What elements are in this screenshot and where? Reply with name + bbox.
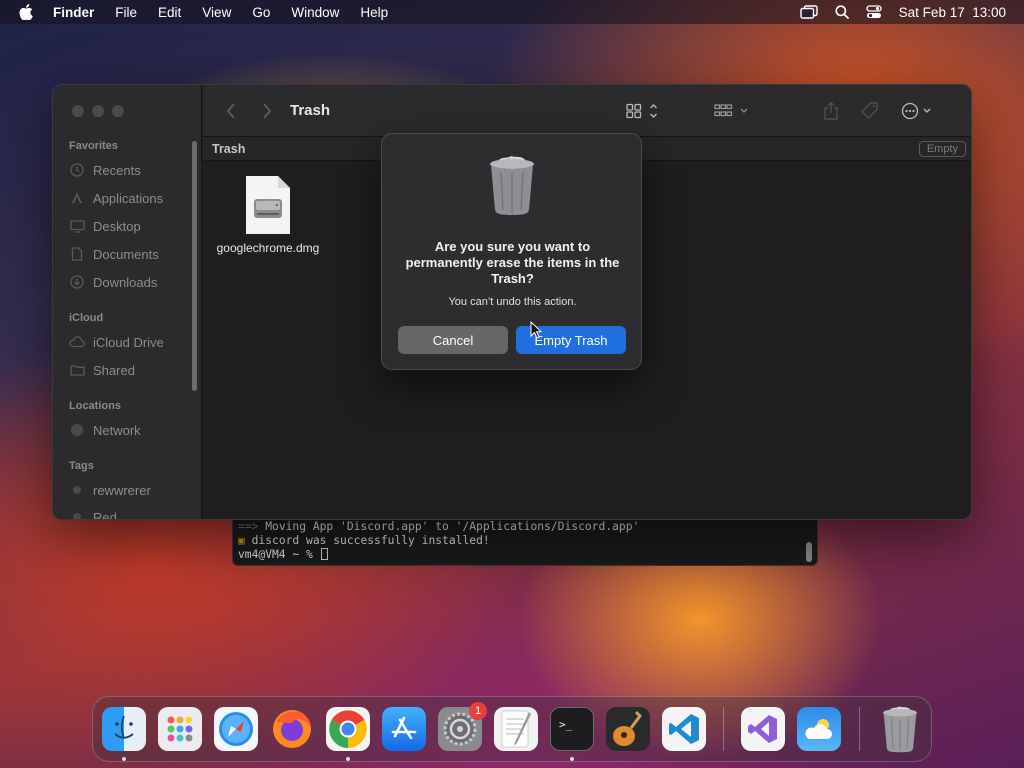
- finder-sidebar: Favorites Recents Applications Desktop D…: [53, 85, 202, 519]
- terminal-line-2: ▣ discord was successfully installed!: [238, 534, 490, 547]
- dock-terminal-icon[interactable]: >_: [550, 707, 594, 751]
- dock-garageband-icon[interactable]: [606, 707, 650, 751]
- terminal-line-1: ==> Moving App 'Discord.app' to '/Applic…: [238, 520, 640, 533]
- dock-trash-icon[interactable]: [878, 706, 922, 753]
- sidebar-scrollbar[interactable]: [192, 141, 197, 391]
- empty-trash-header-button[interactable]: Empty: [918, 141, 966, 157]
- terminal-window[interactable]: ==> Moving App 'Discord.app' to '/Applic…: [232, 520, 818, 566]
- view-icons-button[interactable]: [625, 101, 661, 121]
- window-controls: [72, 105, 132, 117]
- dock-visual-studio-code-icon[interactable]: [662, 707, 706, 751]
- beer-emoji-icon: ▣: [238, 534, 245, 547]
- group-by-button[interactable]: [713, 101, 753, 121]
- dock-separator: [723, 707, 724, 751]
- cloud-icon: [69, 334, 85, 350]
- file-name: googlechrome.dmg: [216, 241, 320, 255]
- menu-bar: Finder File Edit View Go Window Help Sat…: [0, 0, 1024, 24]
- menu-edit[interactable]: Edit: [158, 5, 181, 20]
- menu-go[interactable]: Go: [252, 5, 270, 20]
- download-icon: [69, 274, 85, 290]
- file-item[interactable]: googlechrome.dmg: [213, 175, 323, 256]
- shared-folder-icon: [69, 362, 85, 378]
- terminal-cursor: [320, 548, 328, 560]
- sidebar-item-recents[interactable]: Recents: [69, 160, 141, 180]
- svg-text:>_: >_: [559, 718, 573, 731]
- tag-icon[interactable]: [859, 100, 881, 122]
- running-indicator: [346, 757, 350, 761]
- finder-toolbar: Trash: [203, 85, 971, 137]
- dock-separator: [859, 707, 860, 751]
- dock: >_: [92, 696, 932, 762]
- dmg-disk-image-icon: [213, 175, 323, 235]
- menu-window[interactable]: Window: [291, 5, 339, 20]
- tag-dot-icon: [69, 509, 85, 519]
- sidebar-item-downloads[interactable]: Downloads: [69, 272, 157, 292]
- dock-firefox-icon[interactable]: [270, 707, 314, 751]
- sidebar-header-tags: Tags: [69, 460, 94, 472]
- running-indicator: [570, 757, 574, 761]
- notification-badge: 1: [469, 702, 487, 720]
- sidebar-item-network[interactable]: Network: [69, 420, 141, 440]
- apple-menu-icon[interactable]: [19, 4, 33, 23]
- share-icon[interactable]: [821, 100, 841, 122]
- control-center-icon[interactable]: [866, 5, 882, 19]
- dock-visual-studio-icon[interactable]: [741, 707, 785, 751]
- network-globe-icon: [69, 422, 85, 438]
- sidebar-item-shared[interactable]: Shared: [69, 360, 135, 380]
- sidebar-tag-rewwrerer[interactable]: rewwrerer: [69, 480, 151, 500]
- tag-dot-icon: [69, 482, 85, 498]
- menubar-clock[interactable]: Sat Feb 17 13:00: [899, 5, 1006, 20]
- menu-view[interactable]: View: [202, 5, 231, 20]
- sidebar-item-applications[interactable]: Applications: [69, 188, 163, 208]
- terminal-scrollbar[interactable]: [806, 542, 812, 562]
- cancel-button[interactable]: Cancel: [398, 326, 508, 354]
- applications-icon: [69, 190, 85, 206]
- dialog-informative-text: You can’t undo this action.: [448, 296, 577, 308]
- trash-full-icon: [487, 154, 537, 221]
- menu-app-finder[interactable]: Finder: [53, 5, 94, 20]
- dock-app-store-icon[interactable]: [382, 707, 426, 751]
- dock-google-chrome-icon[interactable]: [326, 707, 370, 751]
- sidebar-item-documents[interactable]: Documents: [69, 244, 159, 264]
- more-actions-icon[interactable]: [900, 101, 940, 121]
- document-icon: [69, 246, 85, 262]
- dock-weather-icon[interactable]: [797, 707, 841, 751]
- dock-textedit-icon[interactable]: [494, 707, 538, 751]
- terminal-prompt[interactable]: vm4@VM4 ~ %: [238, 548, 328, 561]
- stage-manager-icon[interactable]: [799, 5, 818, 19]
- window-title: Trash: [290, 102, 331, 119]
- dock-safari-icon[interactable]: [214, 707, 258, 751]
- menu-file[interactable]: File: [115, 5, 137, 20]
- sidebar-item-desktop[interactable]: Desktop: [69, 216, 141, 236]
- sidebar-header-favorites: Favorites: [69, 140, 118, 152]
- minimize-window-button[interactable]: [92, 105, 104, 117]
- empty-trash-dialog: Are you sure you want to permanently era…: [381, 133, 642, 370]
- sidebar-header-locations: Locations: [69, 400, 121, 412]
- mouse-pointer-icon: [530, 320, 543, 344]
- clock-icon: [69, 162, 85, 178]
- back-chevron-icon[interactable]: [223, 101, 239, 121]
- dock-launchpad-icon[interactable]: [158, 707, 202, 751]
- menu-help[interactable]: Help: [360, 5, 388, 20]
- zoom-window-button[interactable]: [112, 105, 124, 117]
- trash-header-label: Trash: [212, 142, 246, 156]
- dock-finder-icon[interactable]: [102, 707, 146, 751]
- close-window-button[interactable]: [72, 105, 84, 117]
- sidebar-item-icloud-drive[interactable]: iCloud Drive: [69, 332, 164, 352]
- forward-chevron-icon[interactable]: [259, 101, 275, 121]
- desktop-icon: [69, 218, 85, 234]
- sidebar-tag-red[interactable]: Red: [69, 507, 117, 519]
- dialog-message: Are you sure you want to permanently era…: [405, 239, 620, 286]
- sidebar-header-icloud: iCloud: [69, 312, 104, 324]
- spotlight-search-icon[interactable]: [835, 5, 849, 19]
- running-indicator: [122, 757, 126, 761]
